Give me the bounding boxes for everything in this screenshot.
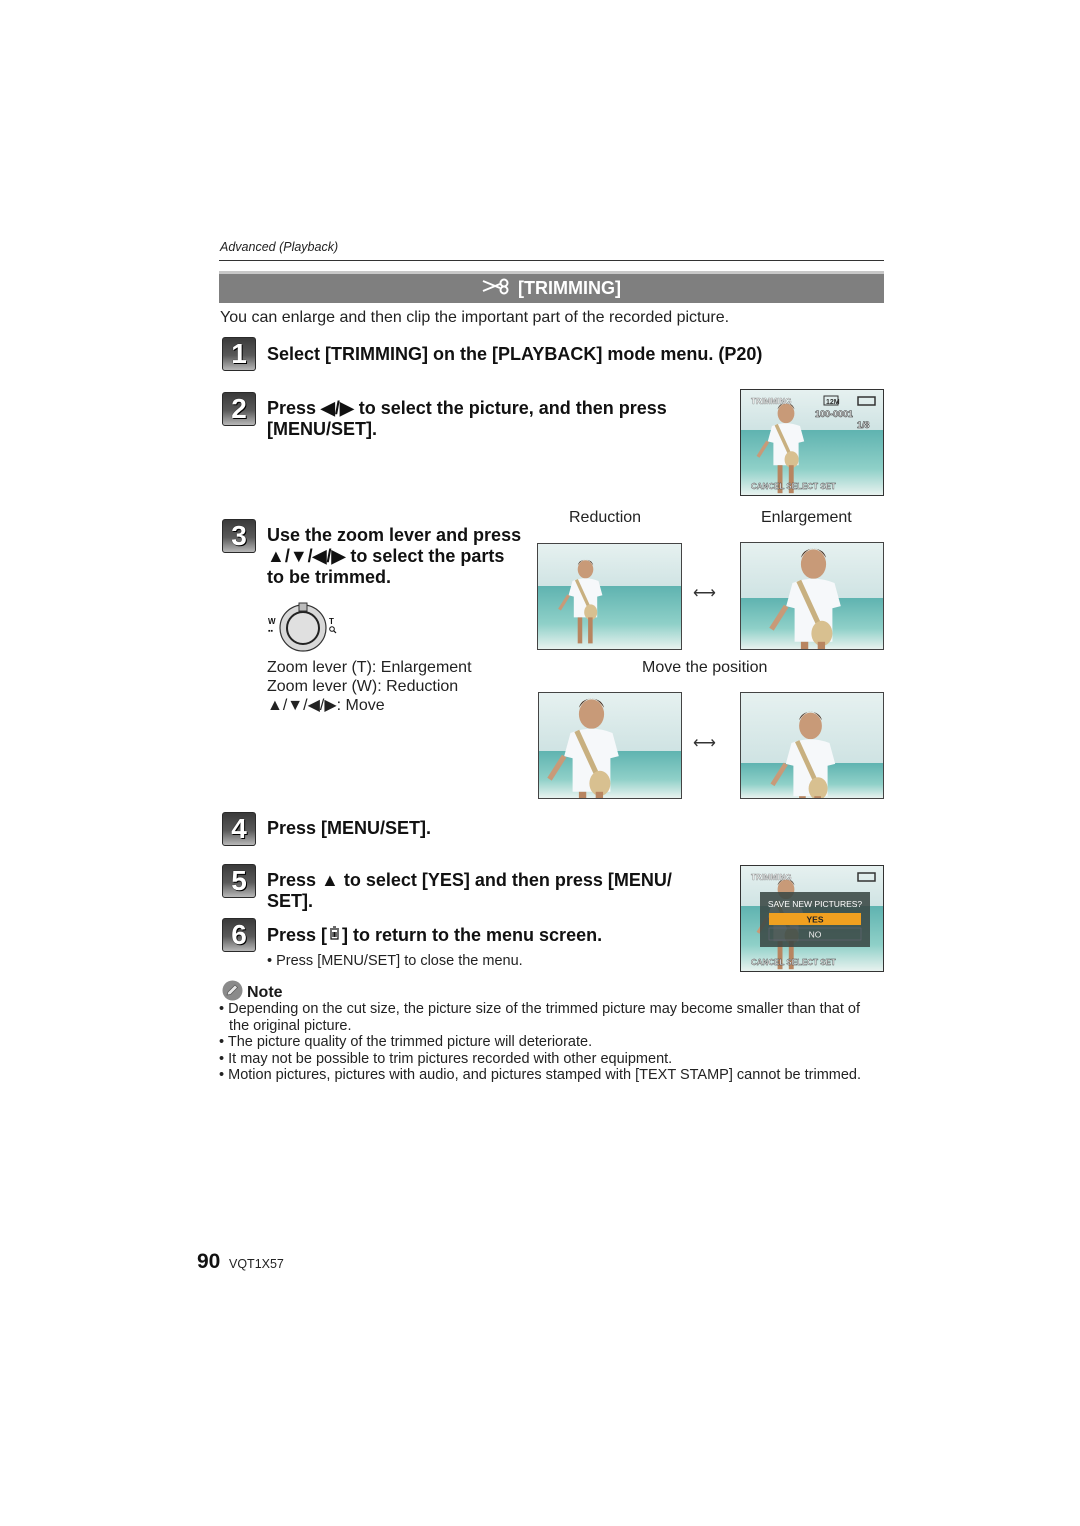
section-title: [TRIMMING] — [518, 278, 621, 298]
enlargement-label: Enlargement — [761, 509, 852, 526]
lcd-confirm-title: TRIMMING — [751, 873, 791, 882]
note-title: Note — [247, 984, 283, 1001]
reduction-photo — [537, 543, 682, 650]
page-number: 90 — [197, 1250, 221, 1273]
zoom-w-label: W — [268, 617, 276, 626]
model-code: VQT1X57 — [229, 1257, 284, 1271]
step-4-text: Press [MENU/SET]. — [267, 818, 432, 838]
lcd-count: 1/8 — [857, 420, 870, 430]
step-2-badge: 2 — [222, 392, 256, 426]
zoom-desc-move: ▲/▼/◀/▶: Move — [267, 697, 385, 714]
note-item: • Motion pictures, pictures with audio, … — [219, 1067, 862, 1084]
note-item-text: Depending on the cut size, the picture s… — [228, 1001, 860, 1034]
lcd-no-option[interactable]: NO — [809, 930, 822, 940]
move-photo-left — [538, 692, 682, 799]
note-item-text: The picture quality of the trimmed pictu… — [227, 1034, 593, 1051]
lcd-confirm-screen: TRIMMING SAVE NEW PICTURES? YES NO CANCE… — [740, 865, 884, 972]
zoom-descriptions: Zoom lever (T): Enlargement Zoom lever (… — [267, 658, 472, 715]
note-item: • Depending on the cut size, the picture… — [219, 1001, 860, 1034]
step-6-text: Press [ ] to return to the menu screen. — [267, 925, 602, 946]
note-list: • Depending on the cut size, the picture… — [219, 1001, 884, 1084]
step-5-line: SET]. — [267, 891, 314, 911]
zoom-desc-wide: Zoom lever (W): Reduction — [267, 678, 459, 695]
magnifier-icon — [329, 626, 337, 634]
move-photo-right — [740, 692, 884, 799]
step-3-line: Use the zoom lever and press — [267, 525, 522, 545]
move-position-label: Move the position — [642, 659, 768, 676]
double-arrow-icon: ⟷ — [693, 585, 716, 602]
note-item-text: It may not be possible to trim pictures … — [228, 1050, 673, 1067]
step-3-badge: 3 — [222, 519, 256, 553]
note-item-text: Motion pictures, pictures with audio, an… — [228, 1067, 862, 1084]
section-label: Advanced (Playback) — [220, 240, 339, 254]
step-1-badge: 1 — [222, 337, 256, 371]
step-2-text: Press ◀/▶ to select the picture, and the… — [267, 398, 667, 440]
scissors-icon — [482, 277, 512, 300]
zoom-desc-tele: Zoom lever (T): Enlargement — [267, 659, 472, 676]
lcd-yes-option[interactable]: YES — [806, 915, 823, 925]
step-3-text: Use the zoom lever and press ▲/▼/◀/▶ to … — [267, 525, 521, 588]
lcd-confirm-footer: CANCEL SELECT SET — [751, 958, 836, 967]
lcd-select-screen: TRIMMING 12M 100-0001 1/8 CANCEL SELECT … — [740, 389, 884, 496]
zoom-lever-diagram: W ▪▪ T — [266, 602, 346, 654]
step-6-sub-bullet: • Press [MENU/SET] to close the menu. — [267, 953, 523, 969]
lcd-footer: CANCEL SELECT SET — [751, 482, 836, 491]
step-6-text-end: ] to return to the menu screen. — [342, 925, 603, 945]
lcd-file-no: 100-0001 — [815, 409, 853, 419]
lcd-title: TRIMMING — [751, 397, 791, 406]
step-6-badge: 6 — [222, 918, 256, 952]
lcd-size: 12M — [826, 399, 840, 406]
wide-icon: ▪▪ — [268, 628, 273, 635]
lcd-question: SAVE NEW PICTURES? — [768, 899, 863, 909]
step-4-badge: 4 — [222, 812, 256, 846]
note-item: • The picture quality of the trimmed pic… — [219, 1034, 593, 1051]
trash-icon — [328, 925, 341, 946]
zoom-t-label: T — [329, 617, 334, 626]
note-item: • It may not be possible to trim picture… — [219, 1050, 673, 1067]
reduction-label: Reduction — [569, 509, 642, 526]
step-5-line: Press ▲ to select [YES] and then press [… — [267, 870, 672, 890]
double-arrow-icon: ⟷ — [693, 735, 716, 752]
step-3-line: to be trimmed. — [267, 567, 392, 587]
intro-text: You can enlarge and then clip the import… — [220, 309, 730, 326]
step-3-line: ▲/▼/◀/▶ to select the parts — [267, 546, 505, 566]
enlargement-photo — [740, 542, 884, 650]
step-2-line: [MENU/SET]. — [267, 419, 377, 439]
step-6-text-start: Press [ — [267, 925, 328, 945]
step-5-text: Press ▲ to select [YES] and then press [… — [267, 870, 672, 912]
step-1-text: Select [TRIMMING] on the [PLAYBACK] mode… — [267, 344, 763, 364]
step-2-line: Press ◀/▶ to select the picture, and the… — [267, 398, 667, 418]
step-5-badge: 5 — [222, 864, 256, 898]
section-title-bar: [TRIMMING] — [219, 271, 884, 303]
header-rule — [219, 260, 884, 261]
